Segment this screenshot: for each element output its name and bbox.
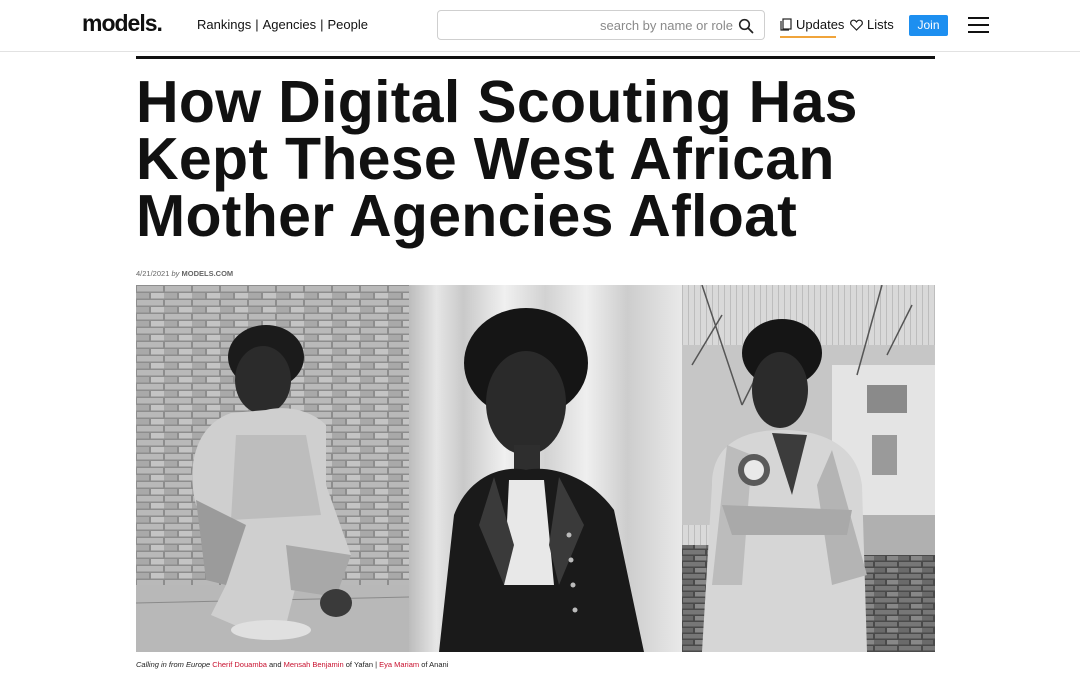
caption-link-cherif-douamba[interactable]: Cherif Douamba xyxy=(212,660,267,669)
lists-label: Lists xyxy=(867,17,894,32)
nav-separator: | xyxy=(320,17,324,32)
caption-agency-yafan: of Yafan | xyxy=(345,660,378,669)
search-box[interactable] xyxy=(437,10,765,40)
caption-intro: Calling in from Europe xyxy=(136,660,211,669)
nav-people[interactable]: People xyxy=(327,17,367,32)
caption-link-eya-mariam[interactable]: Eya Mariam xyxy=(379,660,419,669)
lists-link[interactable]: Lists xyxy=(850,17,894,32)
article-headline: How Digital Scouting Has Kept These West… xyxy=(136,69,858,249)
nav-agencies[interactable]: Agencies xyxy=(263,17,316,32)
search-input[interactable] xyxy=(448,15,733,35)
heart-icon xyxy=(850,19,863,31)
photo-model-brick-wall-crouching[interactable] xyxy=(136,285,409,652)
caption-link-mensah-benjamin[interactable]: Mensah Benjamin xyxy=(284,660,344,669)
updates-label: Updates xyxy=(796,17,845,32)
nav-rankings[interactable]: Rankings xyxy=(197,17,251,32)
headline-rule xyxy=(136,56,935,59)
article-date: 4/21/2021 xyxy=(136,269,170,278)
updates-active-underline xyxy=(780,36,836,38)
updates-link[interactable]: Updates xyxy=(780,17,844,32)
article-author[interactable]: MODELS.COM xyxy=(181,269,233,278)
site-header: models. Rankings | Agencies | People Upd… xyxy=(0,0,1080,52)
nav-separator: | xyxy=(255,17,259,32)
photo-model-denim-jacket-curtain[interactable] xyxy=(409,285,682,652)
byline-by: by xyxy=(171,269,180,278)
main-nav: Rankings | Agencies | People xyxy=(197,17,368,32)
hamburger-menu-icon[interactable] xyxy=(968,17,989,33)
caption-agency-anani: of Anani xyxy=(421,660,449,669)
photo-model-varsity-jacket-rooftop[interactable] xyxy=(682,285,935,652)
photo-caption: Calling in from Europe Cherif Douamba an… xyxy=(136,660,448,669)
site-logo[interactable]: models. xyxy=(82,10,163,37)
caption-and: and xyxy=(269,660,282,669)
article-byline: 4/21/2021 by MODELS.COM xyxy=(136,269,233,278)
join-button[interactable]: Join xyxy=(909,15,948,36)
updates-icon xyxy=(780,18,792,31)
search-icon[interactable] xyxy=(738,18,754,34)
